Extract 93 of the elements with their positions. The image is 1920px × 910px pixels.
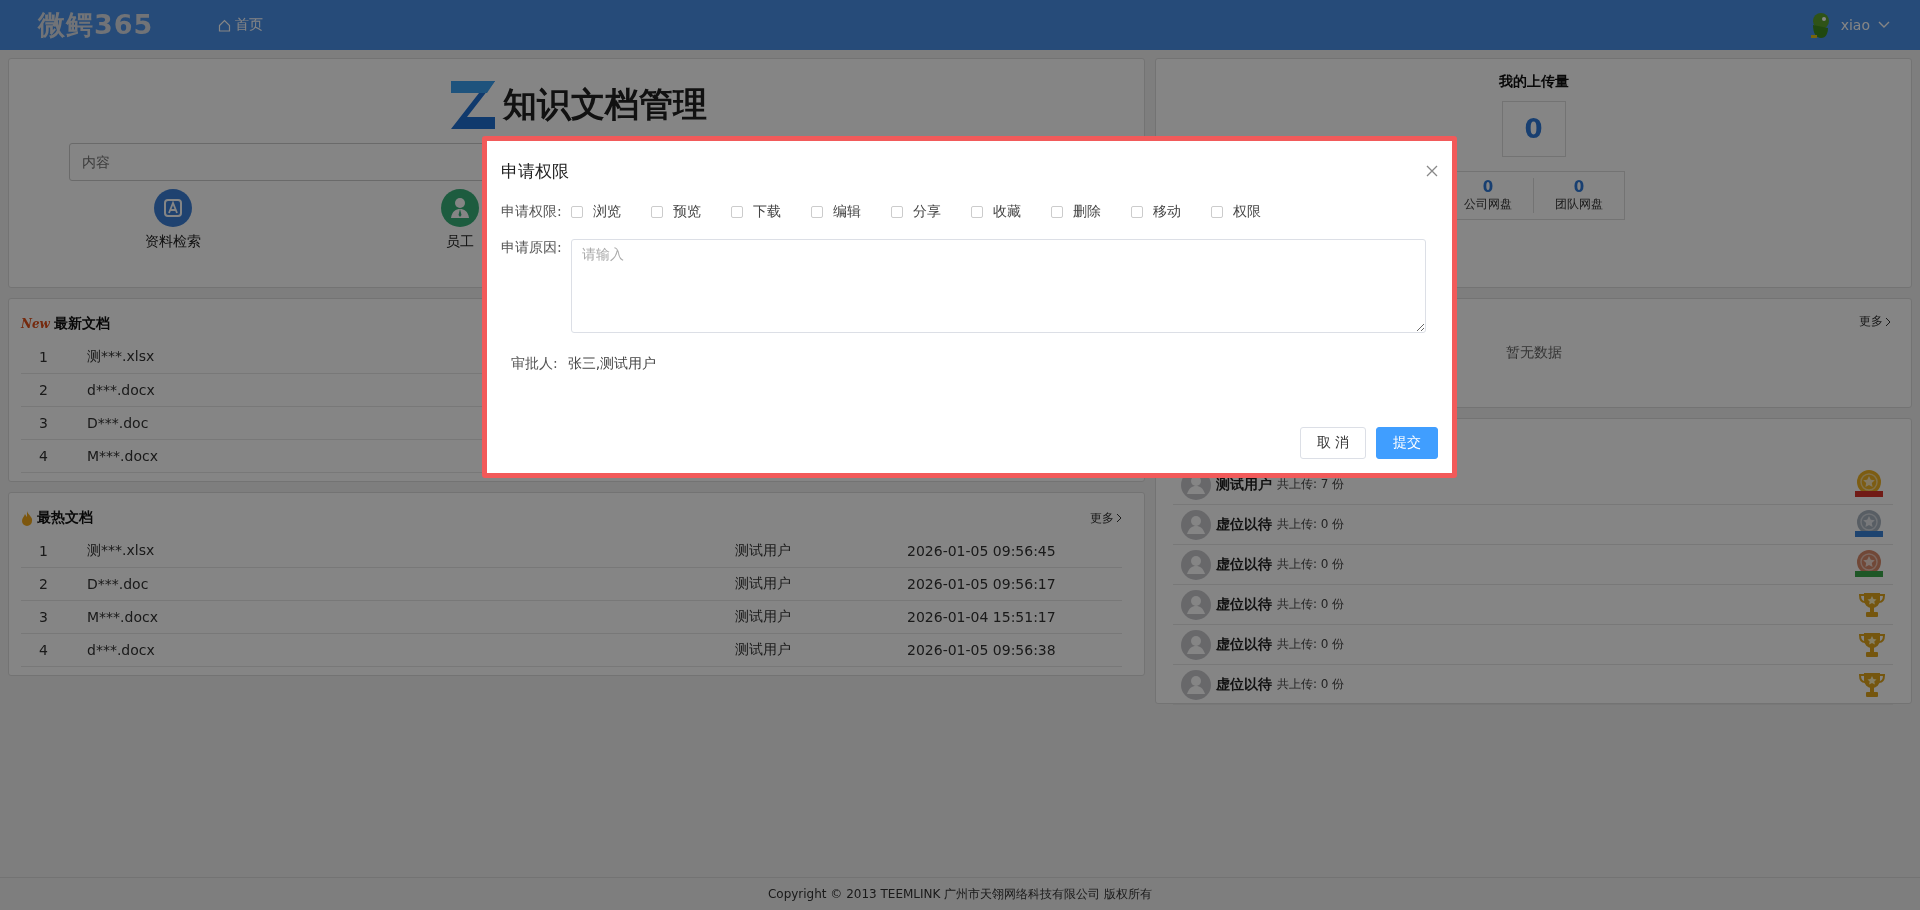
row-index: 1 (39, 349, 49, 365)
more-link[interactable]: 更多 (1859, 313, 1891, 330)
reason-field[interactable]: 请输入 (571, 239, 1426, 333)
checkbox-label[interactable]: 权限 (1233, 203, 1261, 221)
user-name: 虚位以待 (1216, 635, 1272, 654)
document-name[interactable]: d***.docx (87, 642, 735, 658)
avatar-icon (1181, 549, 1211, 580)
flame-icon (21, 510, 33, 526)
document-name[interactable]: M***.docx (87, 609, 735, 625)
shortcut-label[interactable]: 员工 (445, 233, 474, 251)
chevron-right-icon[interactable] (1885, 316, 1891, 327)
row-index: 4 (39, 642, 49, 658)
shortcut-label[interactable]: 资料检索 (144, 233, 201, 251)
checkbox-label[interactable]: 删除 (1073, 203, 1101, 221)
user-name: 虚位以待 (1216, 675, 1272, 694)
checkbox-label[interactable]: 移动 (1153, 203, 1181, 221)
document-name[interactable]: 测***.xlsx (87, 542, 735, 560)
checkbox-label[interactable]: 浏览 (593, 203, 621, 221)
row-index: 4 (39, 448, 49, 464)
panel-title: 最新文档 (53, 315, 110, 333)
field-label: 审批人: (511, 355, 558, 373)
upload-total: 0 (1501, 101, 1566, 157)
trophy-icon (1859, 630, 1885, 659)
trophy-icon (1859, 590, 1885, 619)
chevron-down-icon[interactable] (1878, 21, 1890, 29)
upload-count: 共上传: 0 份 (1277, 636, 1345, 653)
uploader-name: 测试用户 (735, 608, 792, 626)
checkbox[interactable] (1051, 206, 1063, 218)
upload-count: 共上传: 0 份 (1277, 596, 1345, 613)
upload-count: 共上传: 7 份 (1277, 476, 1345, 493)
row-index: 1 (39, 543, 49, 559)
stat-label: 公司网盘 (1464, 196, 1512, 213)
checkbox[interactable] (811, 206, 823, 218)
checkbox[interactable] (651, 206, 663, 218)
upload-time: 2026-01-04 15:51:17 (907, 609, 1057, 625)
stat-label: 团队网盘 (1555, 196, 1603, 213)
dialog-title: 申请权限 (501, 159, 569, 183)
checkbox[interactable] (1211, 206, 1223, 218)
avatar-icon (1181, 589, 1211, 620)
document-search-icon (153, 189, 192, 227)
checkbox-label[interactable]: 收藏 (993, 203, 1021, 221)
approver-value: 张三,测试用户 (567, 355, 657, 373)
user-name: 虚位以待 (1216, 595, 1272, 614)
copyright-text: Copyright © 2013 TEEMLINK 广州市天翎网络科技有限公司 版权所有 (767, 885, 1153, 903)
avatar-icon (1181, 629, 1211, 660)
upload-time: 2026-01-05 09:56:17 (907, 576, 1057, 592)
checkbox-label[interactable]: 下载 (753, 203, 781, 221)
upload-time: 2026-01-05 09:56:45 (907, 543, 1057, 559)
checkbox[interactable] (891, 206, 903, 218)
checkbox-label[interactable]: 分享 (913, 203, 941, 221)
document-name[interactable]: D***.doc (87, 576, 735, 592)
checkbox-label[interactable]: 编辑 (833, 203, 861, 221)
home-nav-link[interactable]: 首页 (218, 16, 263, 34)
upload-count: 共上传: 0 份 (1277, 676, 1345, 693)
cancel-button[interactable]: 取 消 (1299, 427, 1366, 459)
upload-count: 共上传: 0 份 (1277, 556, 1345, 573)
stat-value: 0 (1482, 178, 1494, 196)
more-link[interactable]: 更多 (1090, 509, 1122, 527)
row-index: 3 (39, 609, 49, 625)
avatar-icon (1181, 669, 1211, 700)
uploader-name: 测试用户 (735, 542, 792, 560)
app-logo: 微鳄365 (38, 8, 155, 42)
row-index: 2 (39, 382, 49, 398)
home-icon[interactable] (218, 18, 231, 32)
submit-button[interactable]: 提交 (1376, 427, 1438, 459)
checkbox[interactable] (1131, 206, 1143, 218)
close-icon[interactable] (1426, 165, 1438, 177)
checkbox[interactable] (571, 206, 583, 218)
checkbox[interactable] (731, 206, 743, 218)
user-name: 虚位以待 (1216, 515, 1272, 534)
panel-title: 最热文档 (37, 509, 93, 527)
avatar-icon (1181, 509, 1211, 540)
panel-title: 我的上传量 (1498, 73, 1569, 91)
user-name: 虚位以待 (1216, 555, 1272, 574)
trophy-icon (1859, 670, 1885, 699)
new-label: New (21, 317, 50, 331)
upload-time: 2026-01-05 09:56:38 (907, 642, 1057, 658)
field-label: 申请权限: (501, 203, 563, 221)
empty-message: 暂无数据 (1505, 344, 1562, 362)
checkbox-label[interactable]: 预览 (673, 203, 701, 221)
uploader-name: 测试用户 (735, 641, 792, 659)
chevron-right-icon[interactable] (1116, 513, 1122, 523)
brand-title: 知识文档管理 (502, 83, 707, 126)
row-index: 2 (39, 576, 49, 592)
row-index: 3 (39, 415, 49, 431)
uploader-name: 测试用户 (735, 575, 792, 593)
checkbox[interactable] (971, 206, 983, 218)
upload-count: 共上传: 0 份 (1277, 516, 1345, 533)
stat-value: 0 (1573, 178, 1585, 196)
person-icon (440, 189, 479, 227)
field-label: 申请原因: (501, 239, 563, 257)
user-name: 测试用户 (1216, 475, 1272, 494)
user-name[interactable]: xiao (1840, 17, 1870, 33)
